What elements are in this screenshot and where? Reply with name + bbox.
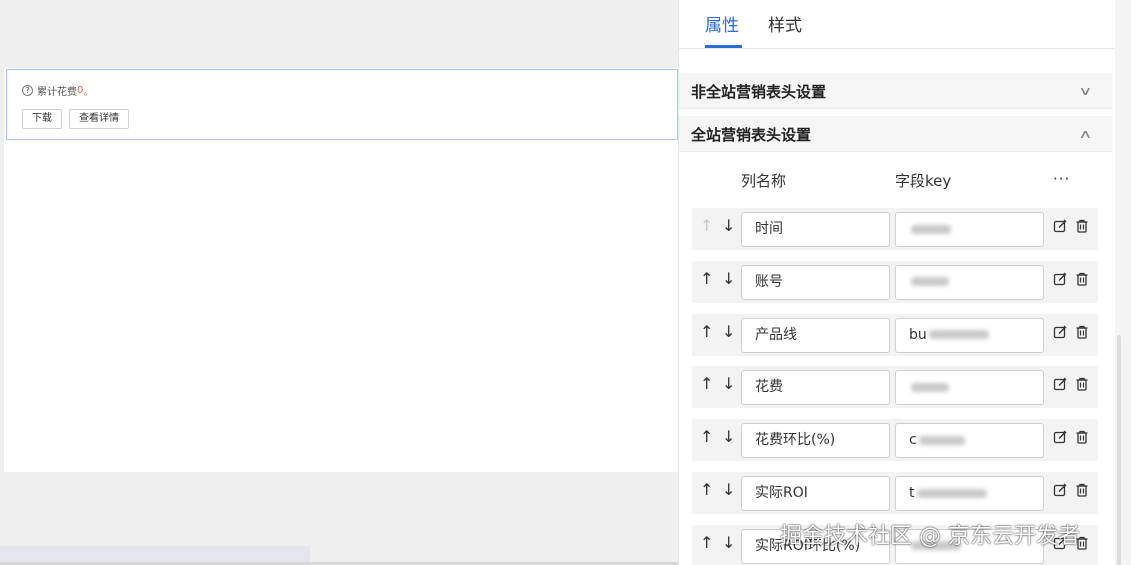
field-key-input[interactable]: c [895,423,1044,459]
field-key-visible: t [909,485,915,501]
field-key-redacted [911,277,949,287]
move-up-icon[interactable]: ↑ [700,269,713,288]
active-tab-indicator [705,45,742,48]
column-row: ↑ ↓ 实际ROI t [692,472,1098,514]
column-name-value: 花费 [755,379,783,396]
summary-suffix: 。 [83,87,94,98]
chevron-down-icon: ∨ [1078,84,1093,98]
summary-prefix: 累计花费 [37,87,77,98]
move-down-icon[interactable]: ↓ [722,216,735,235]
move-up-icon[interactable]: ↑ [700,533,713,552]
field-key-redacted [918,435,965,445]
edit-icon[interactable] [1053,377,1067,391]
move-down-icon[interactable]: ↓ [722,269,735,288]
field-key-visible: bu [909,326,927,343]
move-up-icon[interactable]: ↑ [700,480,713,499]
tab-styles[interactable]: 样式 [768,11,802,36]
column-name-value: 实际ROI [755,485,808,501]
more-options-icon[interactable]: ··· [1053,170,1070,188]
delete-icon[interactable] [1075,430,1089,444]
column-name-value: 账号 [755,273,783,290]
column-name-value: 花费环比(%) [755,432,836,449]
property-panel: 属性 样式 非全站营销表头设置 ∨ 全站营销表头设置 ∧ 列名称 字段key ·… [678,0,1116,565]
column-name-header: 列名称 [741,172,787,190]
scrollbar-thumb[interactable] [1117,335,1121,565]
field-key-input[interactable] [895,264,1044,300]
column-name-input[interactable]: 实际ROI [741,476,890,511]
move-down-icon[interactable]: ↓ [722,533,735,552]
move-up-icon[interactable]: ↑ [700,427,713,446]
summary-line: ? 累计花费 0。 [22,83,93,98]
column-name-input[interactable]: 产品线 [741,317,890,353]
download-button[interactable]: 下载 [22,109,62,129]
tab-properties[interactable]: 属性 [705,11,739,36]
edit-icon[interactable] [1053,219,1067,233]
section-non-site-header[interactable]: 非全站营销表头设置 ∨ [679,73,1112,109]
view-details-button[interactable]: 查看详情 [69,109,129,129]
editor-canvas: ? 累计花费 0。 下载 查看详情 [4,68,678,472]
summary-widget[interactable]: ? 累计花费 0。 下载 查看详情 [6,69,678,140]
widget-actions: 下载 查看详情 [22,109,129,129]
column-row: ↑ ↓ 产品线 bu [692,313,1098,356]
panel-tabs: 属性 样式 [679,0,1116,49]
field-key-redacted [911,382,949,392]
edit-icon[interactable] [1053,430,1067,444]
section-title: 非全站营销表头设置 [691,83,827,101]
section-site-header[interactable]: 全站营销表头设置 ∧ [679,116,1112,152]
edit-icon[interactable] [1053,272,1067,286]
delete-icon[interactable] [1075,272,1089,286]
field-key-redacted [928,330,989,340]
move-down-icon[interactable]: ↓ [722,374,735,393]
move-down-icon[interactable]: ↓ [722,322,735,341]
field-key-input[interactable]: bu [895,317,1044,353]
column-name-value: 时间 [755,221,783,237]
column-row: ↑ ↓ 账号 [692,260,1098,303]
delete-icon[interactable] [1075,377,1089,392]
question-icon[interactable]: ? [22,85,33,96]
move-down-icon[interactable]: ↓ [722,480,735,499]
move-up-icon[interactable]: ↑ [700,374,713,393]
field-key-redacted [916,488,987,498]
field-key-redacted [911,224,951,234]
field-key-header: 字段key [895,172,952,190]
column-name-input[interactable]: 花费环比(%) [741,423,890,459]
watermark: 掘金技术社区 @ 京东云开发者 [780,524,1080,549]
column-row: ↑ ↓ 时间 [692,208,1098,250]
move-up-icon: ↑ [700,216,714,235]
column-name-input[interactable]: 账号 [741,264,890,300]
field-key-visible: c [909,432,917,449]
column-row: ↑ ↓ 花费环比(%) c [692,419,1098,462]
edit-icon[interactable] [1053,483,1067,497]
move-down-icon[interactable]: ↓ [722,427,735,446]
column-name-input[interactable]: 花费 [741,370,890,406]
edit-icon[interactable] [1053,325,1067,339]
column-name-input[interactable]: 时间 [741,212,890,247]
delete-icon[interactable] [1075,219,1089,233]
section-title: 全站营销表头设置 [691,126,812,144]
column-row: ↑ ↓ 花费 [692,366,1098,409]
field-key-input[interactable] [895,212,1044,247]
delete-icon[interactable] [1075,325,1089,339]
field-key-input[interactable]: t [895,476,1044,511]
chevron-up-icon: ∧ [1078,127,1093,141]
field-key-input[interactable] [895,370,1044,406]
move-up-icon[interactable]: ↑ [700,322,713,341]
column-name-value: 产品线 [755,326,797,343]
delete-icon[interactable] [1075,483,1089,497]
